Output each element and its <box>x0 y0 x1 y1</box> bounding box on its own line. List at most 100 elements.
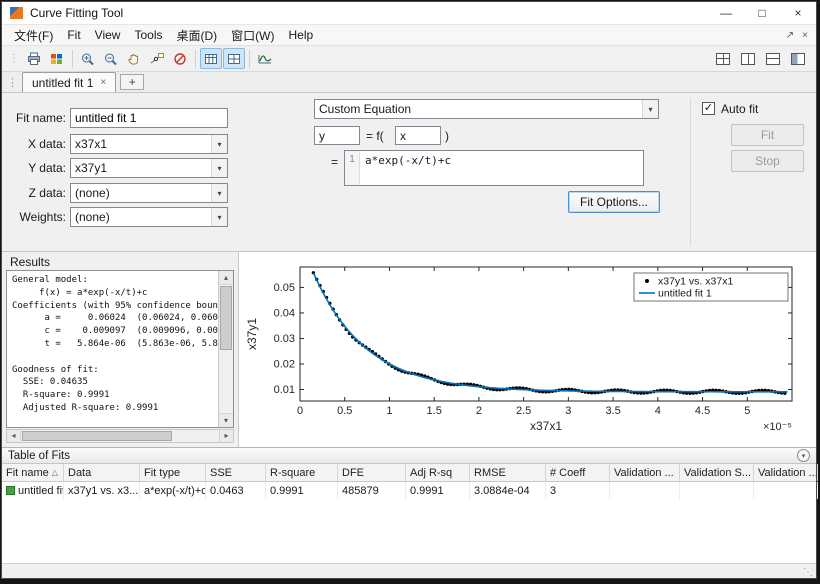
menu-item-tools[interactable]: Tools <box>127 26 169 44</box>
column-header-num-coeff[interactable]: # Coeff <box>546 464 610 481</box>
tab-close-icon[interactable]: × <box>100 77 106 88</box>
menu-item-help[interactable]: Help <box>281 26 320 44</box>
tab-bar-grip[interactable]: ⋮ <box>2 76 22 92</box>
stop-button[interactable]: Stop <box>731 150 804 172</box>
cell-data: x37y1 vs. x3... <box>64 482 140 499</box>
scroll-left-icon[interactable]: ◂ <box>7 430 21 442</box>
column-header-validation-2[interactable]: Validation S... <box>680 464 754 481</box>
column-header-validation-1[interactable]: Validation ... <box>610 464 680 481</box>
column-header-fit-type[interactable]: Fit type <box>140 464 206 481</box>
resize-grip[interactable]: ⋱ <box>803 567 813 578</box>
data-cursor-button[interactable] <box>146 48 168 69</box>
column-header-validation-3[interactable]: Validation ... <box>754 464 818 481</box>
column-header-fit-name[interactable]: Fit name△ <box>2 464 64 481</box>
chevron-down-icon: ▾ <box>211 208 227 226</box>
z-data-select[interactable]: (none) ▾ <box>70 183 228 203</box>
residuals-plot-toggle-button[interactable] <box>223 48 245 69</box>
chevron-down-icon: ▾ <box>211 184 227 202</box>
maximize-button[interactable]: □ <box>744 2 780 24</box>
weights-select[interactable]: (none) ▾ <box>70 207 228 227</box>
custom-equation-editor[interactable]: 1 a*exp(-x/t)+c <box>344 150 644 186</box>
equation-formula[interactable]: a*exp(-x/t)+c <box>360 151 456 185</box>
svg-text:3.5: 3.5 <box>605 405 620 417</box>
window-controls: — □ × <box>708 2 816 24</box>
contour-plot-toggle-button[interactable] <box>254 48 276 69</box>
pan-button[interactable] <box>123 48 145 69</box>
scroll-down-icon[interactable]: ▾ <box>219 413 233 427</box>
column-header-data[interactable]: Data <box>64 464 140 481</box>
vertical-scroll-thumb[interactable] <box>220 286 232 350</box>
scroll-right-icon[interactable]: ▸ <box>219 430 233 442</box>
menu-item-window[interactable]: 窗口(W) <box>224 25 281 46</box>
fit-options-button[interactable]: Fit Options... <box>568 191 660 213</box>
main-plot-toggle-button[interactable] <box>200 48 222 69</box>
undock-icon[interactable]: ↗ <box>783 30 797 41</box>
cell-sse: 0.0463 <box>206 482 266 499</box>
panel-close-icon[interactable]: × <box>799 30 811 41</box>
column-header-adj-r-sq[interactable]: Adj R-sq <box>406 464 470 481</box>
exclude-outliers-button[interactable] <box>169 48 191 69</box>
cell-text: untitled fit... <box>18 485 64 497</box>
table-header-row: Fit name△ Data Fit type SSE R-square DFE… <box>2 464 816 482</box>
y-data-value: x37y1 <box>71 159 211 177</box>
layout-grid-button[interactable] <box>712 48 734 69</box>
column-header-rmse[interactable]: RMSE <box>470 464 546 481</box>
collapse-panel-icon[interactable]: ▾ <box>797 449 810 462</box>
scroll-up-icon[interactable]: ▴ <box>219 271 233 285</box>
horizontal-scroll-thumb[interactable] <box>22 431 172 441</box>
results-vertical-scrollbar: ▴ ▾ <box>218 271 233 427</box>
auto-fit-label: Auto fit <box>721 102 758 116</box>
svg-text:0.5: 0.5 <box>337 405 352 417</box>
cell-fit-name: untitled fit... <box>2 482 64 499</box>
zoom-in-button[interactable] <box>77 48 99 69</box>
table-row[interactable]: untitled fit... x37y1 vs. x3... a*exp(-x… <box>2 482 816 499</box>
menu-item-fit[interactable]: Fit <box>60 26 87 44</box>
fit-type-select[interactable]: Custom Equation ▾ <box>314 99 659 119</box>
chevron-down-icon: ▾ <box>642 100 658 118</box>
minimize-button[interactable]: — <box>708 2 744 24</box>
menu-bar: 文件(F) Fit View Tools 桌面(D) 窗口(W) Help ↗ … <box>2 25 816 46</box>
menu-item-desktop[interactable]: 桌面(D) <box>169 25 224 46</box>
toolbar-grip[interactable]: ⋮ <box>6 53 22 64</box>
x-data-select[interactable]: x37x1 ▾ <box>70 134 228 154</box>
close-button[interactable]: × <box>780 2 816 24</box>
layout-rows-button[interactable] <box>762 48 784 69</box>
menu-item-view[interactable]: View <box>88 26 128 44</box>
fit-plot-canvas[interactable]: 00.511.522.533.544.550.010.020.030.040.0… <box>240 255 818 445</box>
dependent-variable-box[interactable]: y <box>314 126 360 145</box>
fit-name-input[interactable] <box>70 108 228 128</box>
status-bar: ⋱ <box>2 563 816 578</box>
new-fit-tab-button[interactable]: + <box>120 74 144 90</box>
z-data-value: (none) <box>71 184 211 202</box>
tab-untitled-fit-1[interactable]: untitled fit 1 × <box>22 72 116 92</box>
svg-text:3: 3 <box>565 405 571 417</box>
svg-text:0.01: 0.01 <box>274 384 295 396</box>
fit-settings-panel: Fit name: X data: x37x1 ▾ Y data: x37y1 … <box>2 93 816 252</box>
tab-bar: ⋮ untitled fit 1 × + <box>2 72 816 93</box>
svg-text:untitled fit 1: untitled fit 1 <box>658 288 712 300</box>
cell-adj-r-sq: 0.9991 <box>406 482 470 499</box>
z-data-label: Z data: <box>10 186 66 200</box>
fit-name-label: Fit name: <box>10 111 66 125</box>
svg-text:4.5: 4.5 <box>695 405 710 417</box>
legend-toggle-button[interactable] <box>46 48 68 69</box>
fit-button[interactable]: Fit <box>731 124 804 146</box>
cell-dfe: 485879 <box>338 482 406 499</box>
independent-variable-box[interactable]: x <box>395 126 441 145</box>
results-title: Results <box>10 255 50 269</box>
layout-columns-button[interactable] <box>737 48 759 69</box>
y-data-select[interactable]: x37y1 ▾ <box>70 158 228 178</box>
column-header-sse[interactable]: SSE <box>206 464 266 481</box>
layout-columns-icon <box>741 53 755 65</box>
auto-fit-checkbox[interactable]: ✓ <box>702 102 715 115</box>
legend-icon <box>49 52 65 66</box>
print-button[interactable] <box>23 48 45 69</box>
menu-item-file[interactable]: 文件(F) <box>7 25 60 46</box>
layout-left-pane-button[interactable] <box>787 48 809 69</box>
layout-left-pane-icon <box>791 53 805 65</box>
column-header-r-square[interactable]: R-square <box>266 464 338 481</box>
chevron-down-icon: ▾ <box>211 159 227 177</box>
column-header-dfe[interactable]: DFE <box>338 464 406 481</box>
cell-rmse: 3.0884e-04 <box>470 482 546 499</box>
zoom-out-button[interactable] <box>100 48 122 69</box>
